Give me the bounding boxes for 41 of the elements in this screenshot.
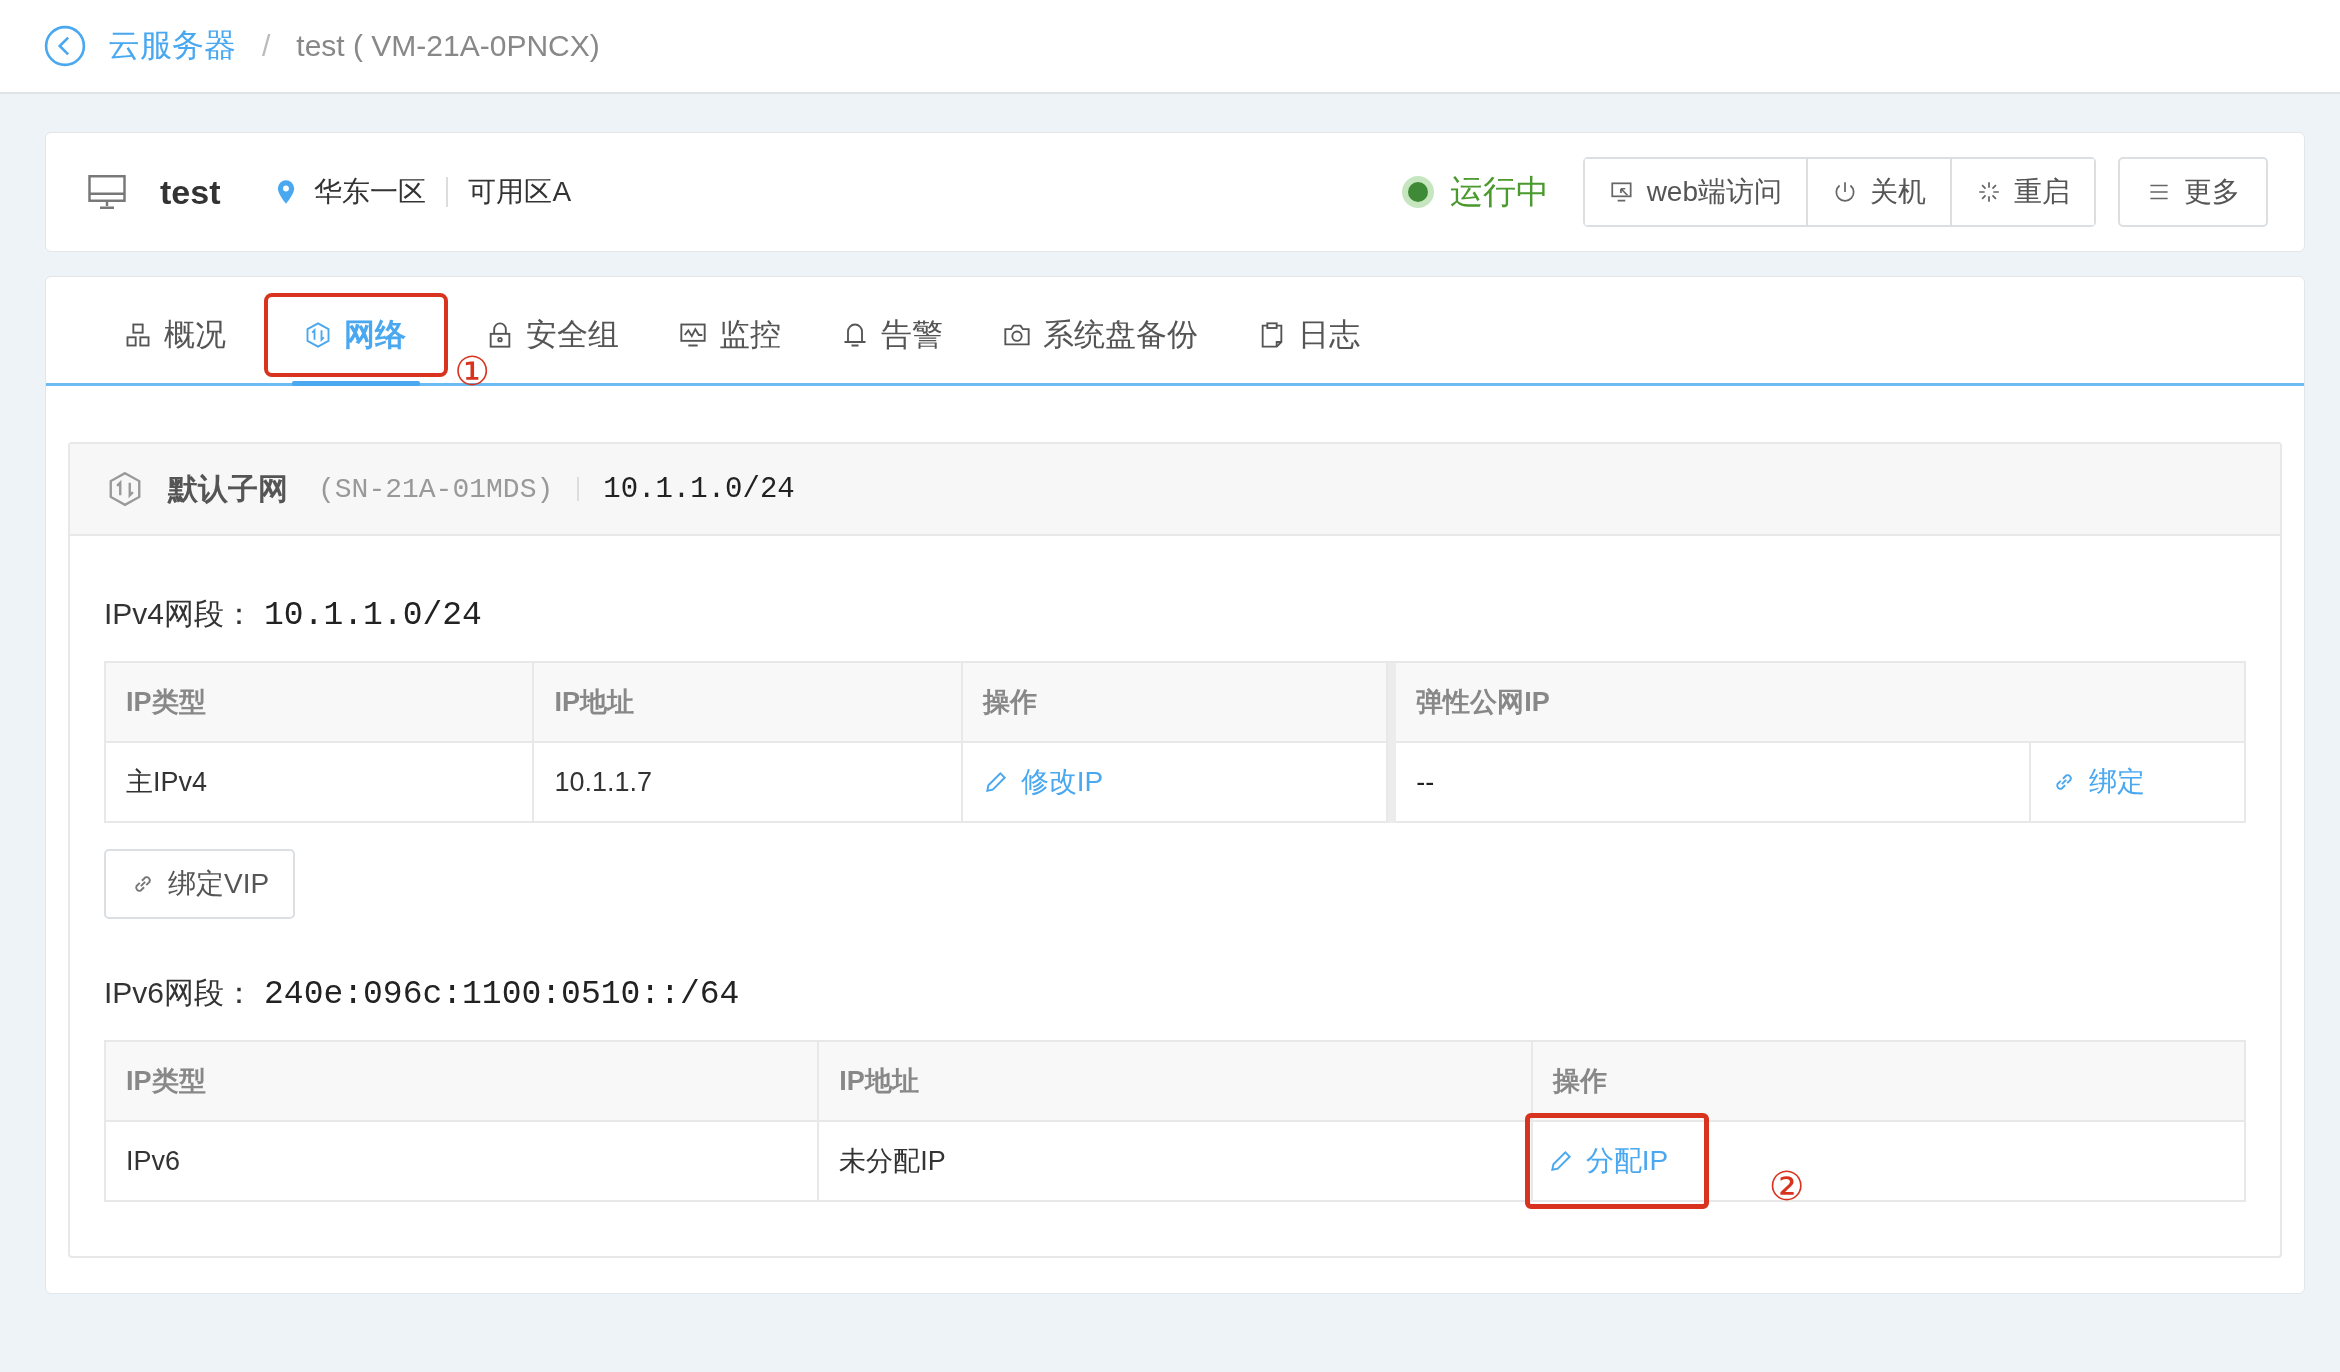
tab[interactable]: 概况	[102, 293, 248, 377]
region-label: 华东一区	[314, 175, 427, 209]
cidr-value: 240e:096c:1100:0510::/64	[264, 976, 740, 1013]
network-icon	[304, 321, 332, 349]
column-header: IP类型	[106, 1042, 820, 1122]
tab[interactable]: 告警	[819, 293, 965, 377]
table-cell: 未分配IP	[819, 1122, 1533, 1202]
column-header: IP地址	[534, 663, 963, 743]
subnet-id: (SN-21A-01MDS)	[318, 473, 554, 505]
section-label: IPv4网段：	[104, 596, 255, 632]
spinner-icon	[1976, 179, 2002, 205]
column-header: 弹性公网IP	[1396, 663, 2246, 743]
action-button[interactable]: 重启	[1950, 159, 2094, 225]
tab[interactable]: 系统盘备份	[981, 293, 1220, 377]
back-icon[interactable]	[44, 25, 86, 67]
subnet-cidr: 10.1.1.0/24	[603, 472, 795, 506]
more-button[interactable]: 更多	[2118, 157, 2268, 227]
cidr-value: 10.1.1.0/24	[264, 597, 482, 634]
bind-vip-button[interactable]: 绑定VIP	[104, 849, 296, 919]
column-header: 操作	[962, 663, 1389, 743]
grid-icon	[124, 321, 152, 349]
step-marker: ②	[1768, 1166, 1805, 1206]
console-icon	[1608, 179, 1635, 205]
instance-name: test	[160, 172, 221, 212]
tab[interactable]: 监控	[657, 293, 803, 377]
table-cell: --	[1396, 743, 2032, 823]
status-label: 运行中	[1449, 171, 1549, 212]
table-cell: 主IPv4	[106, 743, 535, 823]
breadcrumb-separator: /	[262, 29, 271, 63]
zone-label: 可用区A	[468, 175, 572, 209]
column-header: 操作	[1532, 1042, 2246, 1122]
chart-monitor-icon	[679, 321, 707, 349]
subnet-name: 默认子网	[168, 470, 288, 507]
breadcrumb-current: test ( VM-21A-0PNCX)	[296, 29, 600, 63]
table-cell: 10.1.1.7	[534, 743, 963, 823]
section-label: IPv6网段：	[104, 975, 255, 1011]
column-header: IP类型	[106, 663, 535, 743]
step-marker: ①	[454, 351, 490, 391]
table-cell: IPv6	[106, 1122, 820, 1202]
tab[interactable]: 日志	[1236, 293, 1382, 377]
column-header: IP地址	[819, 1042, 1533, 1122]
